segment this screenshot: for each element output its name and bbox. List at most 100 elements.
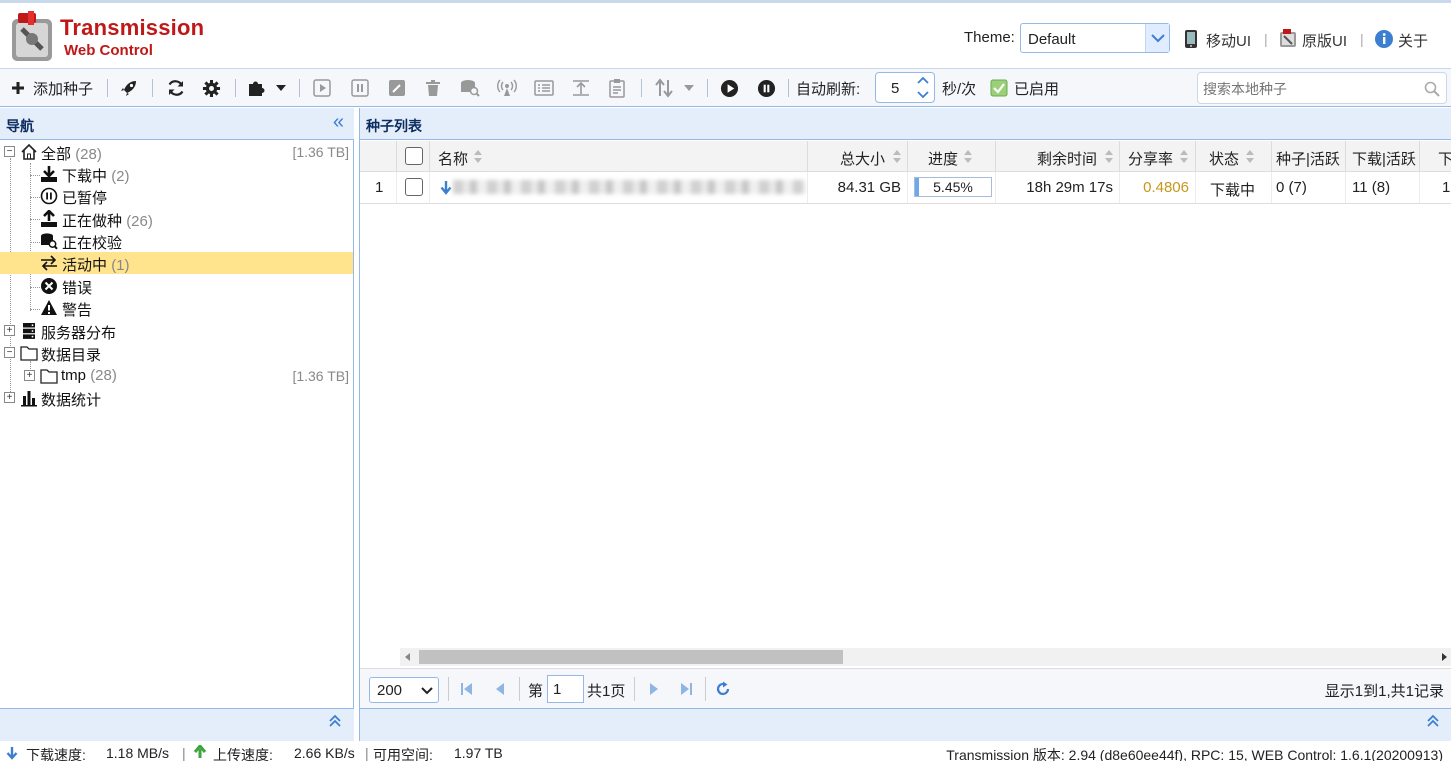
collapse-left-icon[interactable]: «: [333, 111, 344, 134]
torrent-name-redacted: [453, 180, 805, 194]
play-circle-icon: [720, 79, 739, 97]
speed-limit-menu-button[interactable]: [654, 77, 695, 99]
mobile-phone-icon: [1185, 30, 1197, 48]
collapse-toggle-icon[interactable]: −: [4, 146, 15, 157]
nav-item-label: 全部: [41, 146, 72, 163]
scrollbar-thumb[interactable]: [419, 650, 843, 664]
change-location-button[interactable]: [534, 77, 554, 99]
start-all-button[interactable]: [120, 77, 138, 99]
column-name[interactable]: 名称: [430, 141, 808, 172]
search-box[interactable]: [1197, 72, 1447, 104]
scroll-right-icon[interactable]: [1439, 652, 1449, 662]
reload-button[interactable]: [166, 77, 186, 99]
refresh-icon[interactable]: [715, 681, 731, 697]
header: Transmission Web Control Theme: Default …: [0, 0, 1451, 68]
search-input[interactable]: [1203, 79, 1418, 99]
mobile-ui-link[interactable]: 移动UI: [1206, 30, 1251, 51]
column-status[interactable]: 状态: [1196, 141, 1272, 172]
start-all-torrents-button[interactable]: [720, 77, 739, 99]
sort-icon: [1246, 150, 1254, 164]
about-link[interactable]: 关于: [1398, 30, 1428, 51]
nav-item-trackers[interactable]: + 服务器分布: [0, 320, 353, 342]
auto-refresh-label: 自动刷新:: [796, 80, 861, 98]
nav-item-checking[interactable]: 正在校验: [0, 230, 353, 252]
nav-item-paused[interactable]: 已暂停: [0, 185, 353, 207]
row-name-cell[interactable]: [430, 172, 808, 203]
server-icon: [23, 323, 35, 339]
column-seeds[interactable]: 种子|活跃: [1272, 141, 1346, 172]
plugins-menu-button[interactable]: [247, 77, 287, 99]
add-torrent-button[interactable]: 添加种子: [10, 77, 93, 99]
table-row[interactable]: 1 84.31 GB 5.45% 18h 29m 17s 0.4806 下载中 …: [360, 172, 1451, 204]
expand-toggle-icon[interactable]: +: [24, 370, 35, 381]
start-torrent-button[interactable]: [313, 77, 331, 99]
remove-torrent-button[interactable]: [425, 77, 441, 99]
chevron-down-icon[interactable]: [1145, 24, 1169, 52]
row-checkbox[interactable]: [405, 178, 423, 196]
column-remaining[interactable]: 剩余时间: [996, 141, 1120, 172]
header-separator: |: [1264, 31, 1268, 47]
column-progress[interactable]: 进度: [908, 141, 996, 172]
nav-item-error[interactable]: 错误: [0, 275, 353, 297]
pause-torrent-button[interactable]: [351, 77, 369, 99]
expand-toggle-icon[interactable]: +: [4, 325, 15, 336]
nav-item-downloading[interactable]: 下载中 (2): [0, 163, 353, 185]
previous-page-icon[interactable]: [492, 681, 508, 697]
database-search-icon: [461, 80, 480, 97]
chevron-down-icon: [421, 687, 433, 695]
move-top-button[interactable]: [572, 77, 590, 99]
page-size-select[interactable]: 200: [369, 677, 439, 703]
nav-item-label: 已暂停: [62, 190, 108, 207]
grid-header: 名称 总大小 进度 剩余时间 分享率 状态 种子|活跃 下载|活跃 下: [360, 141, 1451, 172]
last-page-icon[interactable]: [678, 681, 694, 697]
refresh-interval-spinner[interactable]: 5: [875, 72, 935, 103]
expand-up-icon[interactable]: [1426, 714, 1440, 733]
column-more[interactable]: 下: [1420, 141, 1451, 172]
column-peers[interactable]: 下载|活跃: [1346, 141, 1420, 172]
collapse-toggle-icon[interactable]: −: [4, 347, 15, 358]
pause-all-torrents-button[interactable]: [757, 77, 776, 99]
search-icon[interactable]: [1424, 81, 1440, 97]
nav-item-tmp[interactable]: + tmp (28) [1.36 TB]: [0, 365, 353, 387]
settings-button[interactable]: [202, 77, 221, 99]
free-space-value: 1.97 TB: [454, 745, 503, 761]
pause-circle-icon: [40, 187, 58, 205]
first-page-icon[interactable]: [459, 681, 475, 697]
nav-item-label: 正在校验: [62, 235, 123, 252]
sort-icon: [1105, 150, 1113, 164]
folder-icon: [20, 346, 38, 361]
rename-button[interactable]: [388, 77, 406, 99]
original-ui-link[interactable]: 原版UI: [1302, 30, 1347, 51]
auto-refresh-toggle[interactable]: 已启用: [990, 77, 1059, 99]
puzzle-icon: [249, 81, 265, 96]
nav-item-active[interactable]: 活动中 (1): [0, 252, 353, 274]
verify-torrent-button[interactable]: [460, 77, 480, 99]
column-size[interactable]: 总大小: [808, 141, 908, 172]
folder-list-icon: [534, 80, 554, 96]
nav-item-count: (28): [90, 367, 117, 384]
theme-select[interactable]: Default: [1020, 23, 1170, 53]
progress-bar: 5.45%: [914, 177, 992, 197]
page-number-input[interactable]: 1: [547, 675, 584, 703]
nav-item-size: [1.36 TB]: [292, 368, 349, 384]
nav-item-seeding[interactable]: 正在做种 (26): [0, 208, 353, 230]
nav-item-statistics[interactable]: + 数据统计: [0, 387, 353, 409]
nav-item-label: 错误: [62, 280, 93, 297]
nav-item-all[interactable]: − 全部 (28) [1.36 TB]: [0, 141, 353, 163]
logo-subtitle: Web Control: [64, 42, 153, 59]
select-all-checkbox[interactable]: [405, 147, 423, 165]
expand-toggle-icon[interactable]: +: [4, 392, 15, 403]
next-page-icon[interactable]: [646, 681, 662, 697]
reannounce-button[interactable]: [497, 77, 517, 99]
nav-item-data-dirs[interactable]: − 数据目录: [0, 342, 353, 364]
scroll-left-icon[interactable]: [403, 652, 413, 662]
toolbar: 添加种子 自动刷新: 5 秒/次 已启用 搜索本地种子: [0, 68, 1451, 107]
expand-up-icon[interactable]: [328, 714, 342, 733]
nav-item-warning[interactable]: 警告: [0, 297, 353, 319]
nav-item-count: (28): [75, 146, 102, 163]
download-arrow-icon: [440, 181, 452, 195]
horizontal-scrollbar[interactable]: [400, 648, 1451, 666]
column-ratio[interactable]: 分享率: [1120, 141, 1196, 172]
spinner-arrows-icon[interactable]: [912, 73, 934, 102]
copy-path-button[interactable]: [608, 77, 626, 99]
